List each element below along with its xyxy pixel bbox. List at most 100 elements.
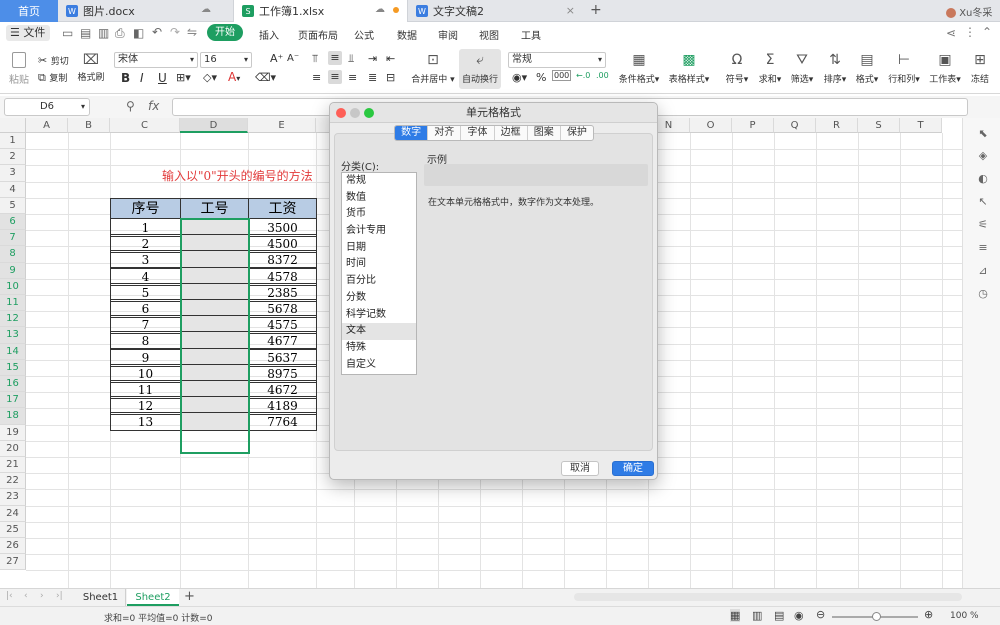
more-icon[interactable]: ⋮ [964,25,976,39]
merge-center-button[interactable]: ⊡ 合并居中 ▾ [410,52,456,85]
zoom-formula-icon[interactable]: ⚲ [126,99,135,113]
row-header-1[interactable]: 1 [0,133,26,150]
column-header-r[interactable]: R [816,118,858,133]
align-right-icon[interactable]: ≡ [348,71,357,84]
zoom-out-icon[interactable]: ⊖ [816,608,825,621]
dialog-titlebar[interactable]: 单元格格式 [330,103,657,123]
category-item[interactable]: 会计专用 [342,223,416,240]
fx-icon[interactable]: fx [148,99,159,113]
column-header-p[interactable]: P [732,118,774,133]
copy-button[interactable]: ⧉ 复制 [38,71,67,85]
sort-button[interactable]: ⇅ 排序▾ [820,52,850,85]
category-item[interactable]: 时间 [342,256,416,273]
fill-color-icon[interactable]: ◇▾ [203,71,217,84]
row-header-15[interactable]: 15 [0,359,26,376]
border-icon[interactable]: ⊞▾ [176,71,191,84]
tab-doc-image[interactable]: W 图片.docx ☁ [58,0,233,22]
tab-tools[interactable]: 工具 [521,27,541,42]
cursor-arrow-icon[interactable]: ⬉ [977,128,989,140]
tab-data[interactable]: 数据 [397,27,417,42]
save-icon[interactable]: ▤ [80,26,91,40]
collapse-icon[interactable]: ⌃ [982,25,992,39]
font-name-select[interactable]: 宋体 ▾ [114,52,198,68]
align-middle-icon[interactable]: ≡ [328,51,342,65]
row-header-5[interactable]: 5 [0,197,26,214]
category-item[interactable]: 日期 [342,240,416,257]
column-header-q[interactable]: Q [774,118,816,133]
row-header-16[interactable]: 16 [0,376,26,393]
row-header-26[interactable]: 26 [0,538,26,555]
add-sheet-icon[interactable]: + [184,589,195,604]
justify-icon[interactable]: ≣ [368,71,377,84]
format-painter-button[interactable]: ⌧ 格式刷 [77,52,105,83]
column-header-d[interactable]: D [180,118,248,133]
share-icon[interactable]: ⋖ [946,26,956,40]
select-all-corner[interactable] [0,118,26,133]
row-header-6[interactable]: 6 [0,214,26,231]
align-left-icon[interactable]: ≡ [312,71,321,84]
tab-home[interactable]: 首页 [0,0,58,22]
category-item[interactable]: 分数 [342,290,416,307]
row-header-19[interactable]: 19 [0,424,26,441]
undo-icon[interactable]: ↶ [152,25,162,39]
maximize-window-icon[interactable] [364,108,374,118]
table-cell-serial[interactable]: 13 [110,412,181,432]
close-icon[interactable]: × [566,4,575,17]
align-center-icon[interactable]: ≡ [328,70,342,84]
print-icon[interactable]: ⎙ [115,26,125,41]
shape-icon[interactable]: ◐ [977,173,989,185]
increase-decimal-icon[interactable]: ←.0 [576,71,590,80]
row-header-10[interactable]: 10 [0,278,26,295]
first-sheet-icon[interactable]: |‹ [6,591,13,601]
tab-review[interactable]: 审阅 [438,27,458,42]
filter-button[interactable]: ⛛ 筛选▾ [787,52,817,85]
font-size-select[interactable]: 16 ▾ [200,52,252,68]
export-icon[interactable]: ▥ [98,26,109,40]
table-cell-salary[interactable]: 7764 [248,412,317,432]
sheet-tab-sheet1[interactable]: Sheet1 [76,589,126,606]
row-header-13[interactable]: 13 [0,327,26,344]
row-header-7[interactable]: 7 [0,230,26,247]
row-header-11[interactable]: 11 [0,295,26,312]
table-header-salary[interactable]: 工资 [248,197,317,219]
align-bottom-icon[interactable]: ⫫ [348,52,354,66]
close-window-icon[interactable] [336,108,346,118]
redo-icon[interactable]: ↷ [170,25,180,39]
horizontal-scrollbar[interactable] [574,593,962,601]
paste-button[interactable]: 粘贴 [6,52,32,86]
tab-formula[interactable]: 公式 [354,27,374,42]
table-header-serial[interactable]: 序号 [110,197,181,219]
increase-font-icon[interactable]: A⁺ [270,52,283,65]
tab-page-layout[interactable]: 页面布局 [298,27,338,42]
row-header-21[interactable]: 21 [0,457,26,474]
align-top-icon[interactable]: ⫪ [312,52,318,66]
row-header-27[interactable]: 27 [0,554,26,571]
select-icon[interactable]: ↖ [977,196,989,208]
tab-start[interactable]: 开始 [207,24,243,41]
column-header-a[interactable]: A [26,118,68,133]
underline-button[interactable]: U [158,71,167,85]
customize-icon[interactable]: ⇋ [187,25,197,39]
category-item[interactable]: 货币 [342,206,416,223]
conditional-format-button[interactable]: ▦ 条件格式▾ [616,52,662,85]
preview-icon[interactable]: ◧ [133,26,144,40]
category-item[interactable]: 特殊 [342,340,416,357]
settings-icon[interactable]: ⚟ [977,219,989,231]
worksheet-button[interactable]: ▣ 工作表▾ [926,52,964,85]
distribute-icon[interactable]: ⊟ [386,71,395,84]
name-box[interactable]: D6 ▾ [4,98,90,116]
prev-sheet-icon[interactable]: ‹ [24,591,28,601]
reading-mode-icon[interactable]: ◉ [794,609,804,622]
row-header-3[interactable]: 3 [0,165,26,182]
next-sheet-icon[interactable]: › [40,591,44,601]
dialog-tab-pattern[interactable]: 图案 [528,126,561,140]
category-item[interactable]: 数值 [342,190,416,207]
page-layout-icon[interactable]: ▥ [752,609,762,622]
zoom-in-icon[interactable]: ⊕ [924,608,933,621]
row-header-23[interactable]: 23 [0,489,26,506]
history-icon[interactable]: ◷ [977,288,989,300]
symbol-button[interactable]: Ω 符号▾ [722,52,752,85]
italic-button[interactable]: I [140,71,144,85]
zoom-level[interactable]: 100 % [950,611,979,621]
user-account[interactable]: Xu冬采 [946,4,992,19]
